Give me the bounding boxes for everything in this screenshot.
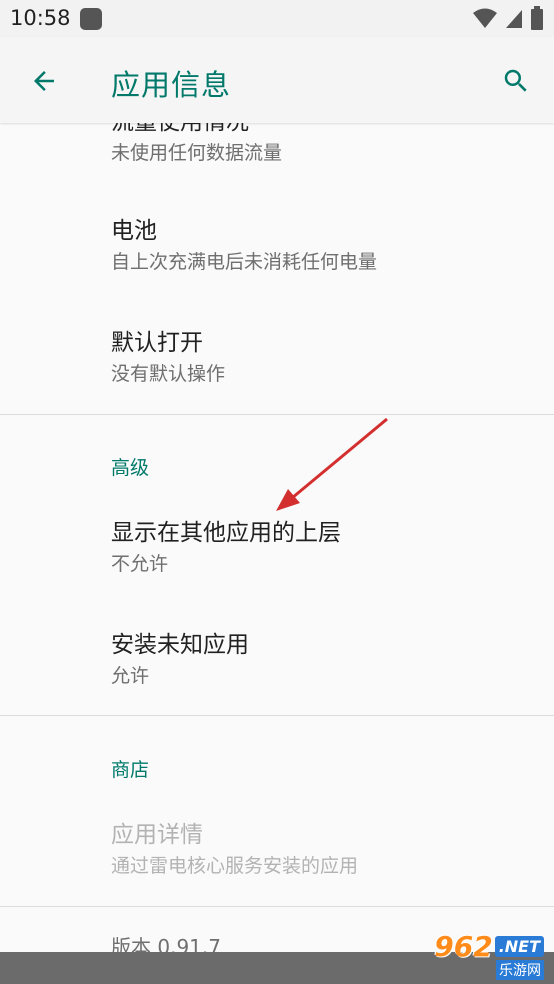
battery-icon — [531, 6, 543, 30]
item-summary: 通过雷电核心服务安装的应用 — [111, 855, 359, 877]
item-title: 应用详情 — [111, 822, 203, 848]
cell-signal-icon — [506, 10, 522, 28]
arrow-back-icon — [34, 71, 54, 91]
list-item-display-over-apps[interactable]: 显示在其他应用的上层 不允许 — [111, 518, 341, 577]
list-item-open-by-default[interactable]: 默认打开 没有默认操作 — [111, 328, 225, 387]
item-title: 安装未知应用 — [111, 632, 249, 658]
watermark-subtitle: 乐游网 — [496, 960, 544, 980]
list-item-data-usage[interactable]: 流量使用情况 未使用任何数据流量 — [111, 123, 282, 166]
section-header-store: 商店 — [111, 759, 150, 781]
wifi-icon — [473, 8, 497, 28]
status-icons — [472, 6, 544, 30]
item-summary: 没有默认操作 — [111, 363, 226, 385]
divider — [0, 715, 554, 716]
item-title: 电池 — [111, 218, 157, 244]
item-title: 显示在其他应用的上层 — [111, 520, 341, 546]
search-button[interactable] — [496, 61, 536, 101]
notification-icon — [80, 8, 102, 30]
item-summary: 未使用任何数据流量 — [111, 142, 283, 164]
list-item-app-details: 应用详情 通过雷电核心服务安装的应用 — [111, 820, 358, 879]
watermark-logo: 962 .NET 乐游网 — [434, 930, 544, 980]
status-bar: 10:58 — [0, 0, 554, 37]
item-title: 默认打开 — [111, 330, 203, 356]
list-item-install-unknown-apps[interactable]: 安装未知应用 允许 — [111, 630, 249, 689]
item-title: 流量使用情况 — [111, 123, 282, 137]
divider — [0, 414, 554, 415]
watermark-net: .NET — [494, 936, 544, 957]
list-item-battery[interactable]: 电池 自上次充满电后未消耗任何电量 — [111, 216, 377, 275]
section-header-advanced: 高级 — [111, 457, 150, 479]
divider — [0, 906, 554, 907]
back-button[interactable] — [24, 61, 64, 101]
item-summary: 自上次充满电后未消耗任何电量 — [111, 251, 378, 273]
watermark-number: 962 — [434, 930, 493, 963]
search-icon — [504, 69, 527, 92]
page-title: 应用信息 — [111, 68, 232, 102]
settings-list: 流量使用情况 未使用任何数据流量 电池 自上次充满电后未消耗任何电量 默认打开 … — [0, 123, 554, 984]
app-bar: 应用信息 — [0, 37, 554, 123]
item-summary: 不允许 — [111, 553, 169, 575]
item-summary: 允许 — [111, 665, 150, 687]
status-time: 10:58 — [10, 6, 71, 30]
